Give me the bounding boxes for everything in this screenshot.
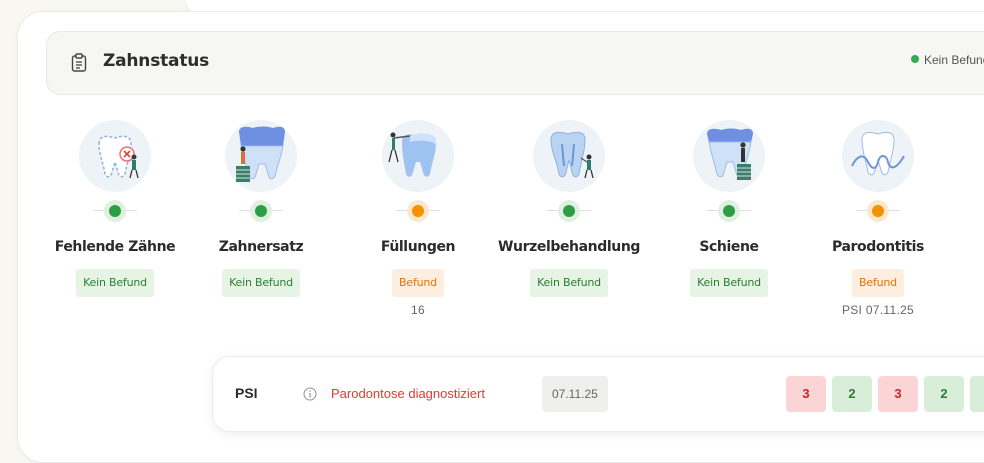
status-indicator	[93, 200, 137, 222]
category-zahnersatz[interactable]: Zahnersatz Kein Befund	[181, 118, 341, 297]
category-label: Parodontitis	[832, 239, 924, 255]
missing-tooth-icon	[77, 118, 153, 194]
status-indicator	[707, 200, 751, 222]
psi-score: 2	[924, 376, 964, 412]
status-badge: Kein Befund	[690, 269, 768, 297]
status-indicator	[396, 200, 440, 222]
category-schiene[interactable]: Schiene Kein Befund	[649, 118, 809, 297]
periodontitis-icon	[840, 118, 916, 194]
psi-score: 2	[832, 376, 872, 412]
status-badge: Befund	[852, 269, 904, 297]
clipboard-icon	[71, 53, 87, 77]
status-indicator	[547, 200, 591, 222]
status-dot-icon	[911, 55, 919, 63]
section-header: Zahnstatus Kein Befund	[46, 31, 984, 95]
psi-score: 3	[878, 376, 918, 412]
filling-icon	[380, 118, 456, 194]
status-indicator	[239, 200, 283, 222]
category-detail: PSI 07.11.25	[841, 303, 915, 317]
psi-label: PSI	[235, 385, 258, 401]
category-fuellungen[interactable]: Füllungen Befund 16	[338, 118, 498, 317]
psi-panel: PSI Parodontose diagnostiziert 07.11.25 …	[212, 356, 984, 432]
root-canal-icon	[531, 118, 607, 194]
category-detail: 16	[411, 303, 425, 317]
category-label: Fehlende Zähne	[54, 239, 176, 255]
info-icon[interactable]	[303, 387, 317, 406]
psi-score	[970, 376, 984, 412]
category-label: Schiene	[699, 239, 759, 255]
status-indicator	[856, 200, 900, 222]
category-parodontitis[interactable]: Parodontitis Befund PSI 07.11.25	[798, 118, 958, 317]
psi-score: 3	[786, 376, 826, 412]
status-badge: Befund	[392, 269, 444, 297]
status-badge: Kein Befund	[222, 269, 300, 297]
psi-date: 07.11.25	[542, 376, 608, 412]
section-status-label: Kein Befund	[924, 53, 984, 67]
category-label: Wurzelbehandlung	[497, 239, 641, 255]
category-label: Zahnersatz	[218, 239, 304, 255]
section-title: Zahnstatus	[103, 51, 210, 71]
denture-icon	[223, 118, 299, 194]
status-badge: Kein Befund	[76, 269, 154, 297]
status-badge: Kein Befund	[530, 269, 608, 297]
splint-icon	[691, 118, 767, 194]
category-wurzelbehandlung[interactable]: Wurzelbehandlung Kein Befund	[489, 118, 649, 297]
psi-status-text: Parodontose diagnostiziert	[331, 386, 485, 401]
category-fehlende-zaehne[interactable]: Fehlende Zähne Kein Befund	[35, 118, 195, 297]
category-label: Füllungen	[380, 239, 456, 255]
psi-scores: 3 2 3 2	[786, 376, 984, 412]
section-status-badge: Kein Befund	[911, 53, 984, 67]
